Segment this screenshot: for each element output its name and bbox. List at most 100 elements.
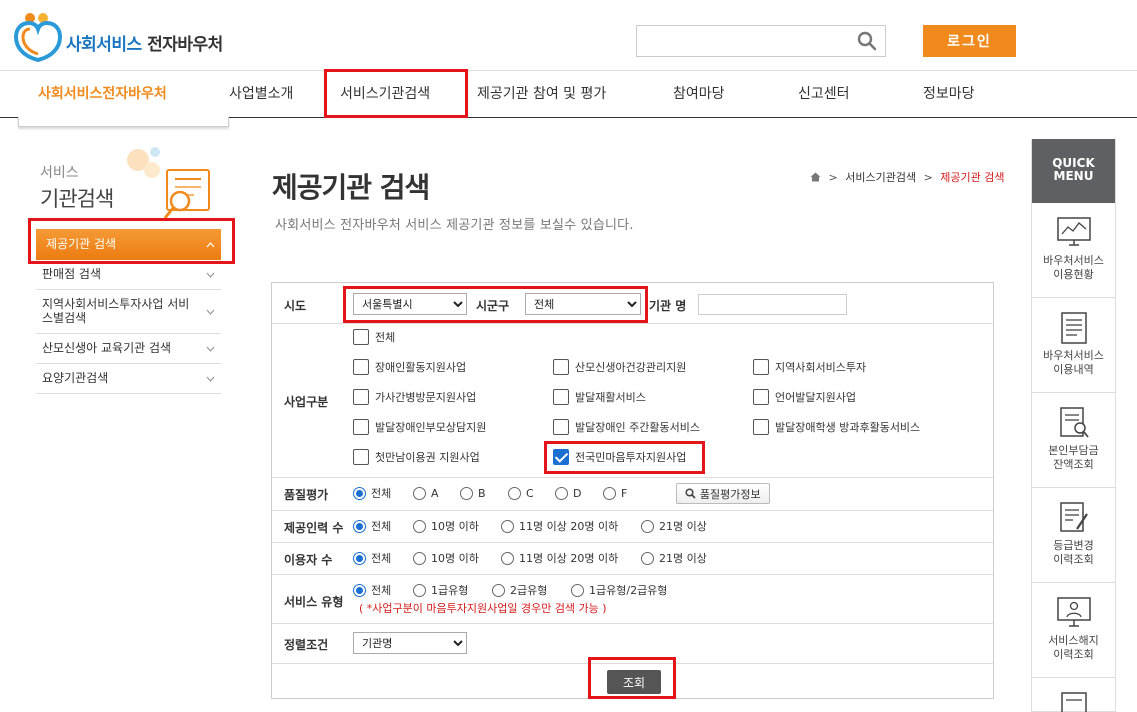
business-checkbox[interactable]: 첫만남이용권 지원사업 <box>353 449 480 467</box>
checkbox[interactable] <box>553 359 569 375</box>
type-radio[interactable]: 1급유형/2급유형 <box>571 583 667 599</box>
radio[interactable] <box>413 551 426 565</box>
search-icon[interactable] <box>857 31 877 51</box>
business-checkbox[interactable]: 지역사회서비스투자 <box>753 359 866 377</box>
checkbox-label: 첫만남이용권 지원사업 <box>375 451 480 464</box>
search-submit-button[interactable]: 조회 <box>607 670 661 694</box>
business-checkbox[interactable]: 발달장애학생 방과후활동서비스 <box>753 419 920 437</box>
quality-radio[interactable]: F <box>603 486 627 502</box>
agency-name-input[interactable] <box>698 294 847 315</box>
radio[interactable] <box>413 519 426 533</box>
radio[interactable] <box>501 551 514 565</box>
staff-radio[interactable]: 11명 이상 20명 이하 <box>501 519 618 535</box>
radio[interactable] <box>413 486 426 500</box>
radio[interactable] <box>492 583 505 597</box>
checkbox[interactable] <box>553 389 569 405</box>
quality-radio[interactable]: B <box>460 486 486 502</box>
checkbox[interactable] <box>753 419 769 435</box>
quality-radio[interactable]: A <box>413 486 439 502</box>
staff-radio[interactable]: 21명 이상 <box>641 519 707 535</box>
business-checkbox-mind-investment[interactable]: 전국민마음투자지원사업 <box>553 449 686 467</box>
business-checkbox[interactable]: 언어발달지원사업 <box>753 389 856 407</box>
nav-item-agency-search[interactable]: 서비스기관검색 <box>340 71 430 117</box>
business-checkbox[interactable]: 발달재활서비스 <box>553 389 646 407</box>
radio-selected[interactable] <box>353 519 366 533</box>
checkbox-checked[interactable] <box>553 449 569 465</box>
business-checkbox[interactable]: 가사간병방문지원사업 <box>353 389 476 407</box>
quality-radio[interactable]: C <box>508 486 534 502</box>
sido-select[interactable]: 서울특별시 <box>353 293 467 315</box>
type-radio[interactable]: 전체 <box>353 583 391 599</box>
users-radio[interactable]: 11명 이상 20명 이하 <box>501 551 618 567</box>
checkbox[interactable] <box>753 359 769 375</box>
users-radio[interactable]: 10명 이하 <box>413 551 479 567</box>
radio[interactable] <box>571 583 584 597</box>
type-radio[interactable]: 1급유형 <box>413 583 468 599</box>
quick-item-next[interactable] <box>1032 678 1115 712</box>
radio[interactable] <box>501 519 514 533</box>
checkbox[interactable] <box>353 389 369 405</box>
row-divider <box>272 477 993 478</box>
logo-text-blue: 사회서비스 <box>66 35 142 55</box>
business-checkbox[interactable]: 발달장애인부모상담지원 <box>353 419 486 437</box>
radio[interactable] <box>413 583 426 597</box>
sidebar-item-nursing-search[interactable]: 요양기관검색 <box>36 364 221 394</box>
users-radio[interactable]: 전체 <box>353 551 391 567</box>
quality-radio[interactable]: 전체 <box>353 486 391 502</box>
radio-selected[interactable] <box>353 583 366 597</box>
radio[interactable] <box>603 486 616 500</box>
sidebar-item-maternity-edu[interactable]: 산모신생아 교육기관 검색 <box>36 334 221 364</box>
breadcrumb-current: 제공기관 검색 <box>940 171 1005 184</box>
users-radio[interactable]: 21명 이상 <box>641 551 707 567</box>
checkbox[interactable] <box>553 419 569 435</box>
sidebar-item-community-service[interactable]: 지역사회서비스투자사업 서비스별검색 <box>36 290 221 334</box>
quick-item-voucher-history[interactable]: 바우처서비스 이용내역 <box>1032 298 1115 393</box>
logo-text[interactable]: 사회서비스 전자바우처 <box>66 30 223 55</box>
checkbox[interactable] <box>353 329 369 345</box>
nav-item-report-center[interactable]: 신고센터 <box>798 71 850 117</box>
search-input[interactable] <box>637 26 847 56</box>
search-form: 시도 서울특별시 시군구 전체 기관 명 사업구분 전체 장애인활동지원사업 산… <box>271 282 994 699</box>
quick-item-cancel-history[interactable]: 서비스해지 이력조회 <box>1032 583 1115 678</box>
sort-select[interactable]: 기관명 <box>353 632 467 654</box>
quick-item-grade-history[interactable]: 등급변경 이력조회 <box>1032 488 1115 583</box>
quality-info-button[interactable]: 품질평가정보 <box>676 483 770 504</box>
nav-item-home[interactable]: 사회서비스전자바우처 <box>38 71 167 117</box>
checkbox[interactable] <box>353 359 369 375</box>
type-radio[interactable]: 2급유형 <box>492 583 547 599</box>
radio[interactable] <box>641 519 654 533</box>
sidebar-item-store-search[interactable]: 판매점 검색 <box>36 260 221 290</box>
radio[interactable] <box>555 486 568 500</box>
login-button[interactable]: 로그인 <box>923 25 1016 57</box>
nav-item-business-intro[interactable]: 사업별소개 <box>229 71 293 117</box>
monitor-chart-icon <box>1057 217 1091 246</box>
breadcrumb-item[interactable]: 서비스기관검색 <box>845 171 916 184</box>
quick-item-voucher-status[interactable]: 바우처서비스 이용현황 <box>1032 203 1115 298</box>
sidebar-item-provider-search[interactable]: 제공기관 검색 <box>36 229 221 260</box>
business-checkbox[interactable]: 발달장애인 주간활동서비스 <box>553 419 700 437</box>
business-checkbox[interactable]: 장애인활동지원사업 <box>353 359 466 377</box>
radio-selected[interactable] <box>353 551 366 565</box>
checkbox[interactable] <box>353 419 369 435</box>
radio[interactable] <box>460 486 473 500</box>
quick-item-line1: 바우처서비스 <box>1043 254 1104 267</box>
radio[interactable] <box>508 486 521 500</box>
row-divider <box>272 510 993 511</box>
quick-item-balance[interactable]: 본인부담금 잔액조회 <box>1032 393 1115 488</box>
radio[interactable] <box>641 551 654 565</box>
home-icon[interactable] <box>810 172 821 182</box>
nav-item-provider-eval[interactable]: 제공기관 참여 및 평가 <box>477 71 606 117</box>
nav-item-info[interactable]: 정보마당 <box>923 71 975 117</box>
nav-item-participation[interactable]: 참여마당 <box>673 71 725 117</box>
business-checkbox[interactable]: 산모신생아건강관리지원 <box>553 359 686 377</box>
checkbox-label: 발달장애학생 방과후활동서비스 <box>775 421 921 434</box>
quality-radio[interactable]: D <box>555 486 581 502</box>
staff-radio[interactable]: 전체 <box>353 519 391 535</box>
checkbox[interactable] <box>753 389 769 405</box>
staff-radio[interactable]: 10명 이하 <box>413 519 479 535</box>
radio-selected[interactable] <box>353 486 366 500</box>
checkbox-label: 지역사회서비스투자 <box>775 361 867 374</box>
business-checkbox-all[interactable]: 전체 <box>353 329 395 347</box>
checkbox[interactable] <box>353 449 369 465</box>
sigungu-select[interactable]: 전체 <box>525 293 641 315</box>
